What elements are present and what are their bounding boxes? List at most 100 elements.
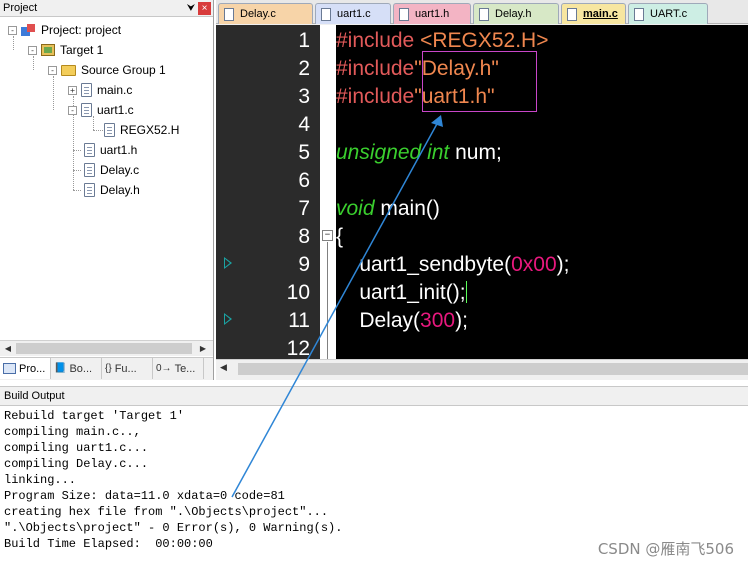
scrollbar-thumb[interactable] [238, 363, 748, 375]
log-line: creating hex file from ".\Objects\projec… [4, 505, 329, 519]
tree-item-label: Source Group 1 [81, 63, 166, 77]
line-number: 8 [298, 225, 310, 248]
project-panel-header: Project ⮟ × [0, 0, 213, 17]
tree-item-delay-c[interactable]: Delay.c [84, 161, 139, 179]
tab-uart-c[interactable]: UART.c [628, 3, 708, 24]
tree-item-label: REGX52.H [120, 123, 180, 137]
collapse-toggle-icon[interactable]: - [28, 45, 37, 55]
file-icon [634, 7, 644, 21]
project-panel-tabs: Pro... 📘 Bo... {} Fu... 0→ Te... [0, 357, 213, 380]
tab-project[interactable]: Pro... [0, 358, 51, 379]
tree-item-label: Delay.h [100, 183, 140, 197]
tab-label: Fu... [114, 362, 137, 375]
scroll-left-icon[interactable]: ◀ [220, 362, 227, 373]
tab-label: main.c [583, 8, 618, 20]
log-line: linking... [4, 473, 77, 487]
tab-delay-h[interactable]: Delay.h [473, 3, 559, 24]
file-icon [84, 143, 95, 157]
line-number: 6 [298, 169, 310, 192]
tree-item-label: Target 1 [60, 43, 104, 57]
collapse-toggle-icon[interactable]: - [48, 65, 57, 75]
log-line: ".\Objects\project" - 0 Error(s), 0 Warn… [4, 521, 343, 535]
log-line: compiling main.c.., [4, 425, 141, 439]
file-icon [479, 7, 489, 21]
code-line: uart1_init(); [336, 281, 467, 304]
tab-label: UART.c [650, 8, 688, 20]
tab-templates[interactable]: 0→ Te... [153, 358, 204, 379]
tab-uart1-h[interactable]: uart1.h [393, 3, 471, 24]
editor-area: Delay.c uart1.c uart1.h Delay.h main.c U… [216, 0, 748, 380]
tree-item-label: uart1.h [100, 143, 138, 157]
tab-label: Bo... [69, 362, 93, 375]
project-tab-icon [3, 363, 16, 374]
templates-tab-icon: 0→ [156, 363, 172, 374]
line-number: 9 [298, 253, 310, 276]
scroll-right-icon[interactable]: ▶ [196, 342, 210, 355]
tab-books[interactable]: 📘 Bo... [51, 358, 102, 379]
fold-guide [327, 242, 328, 359]
text-caret [465, 281, 467, 303]
highlight-box [422, 51, 537, 112]
tree-item-target[interactable]: - Target 1 [28, 41, 103, 59]
code-line: { [336, 225, 344, 248]
line-number: 11 [288, 309, 310, 332]
file-tab-bar: Delay.c uart1.c uart1.h Delay.h main.c U… [216, 0, 748, 24]
tab-label: Te... [174, 362, 196, 375]
execution-marker-icon[interactable] [224, 313, 232, 325]
file-icon [104, 123, 115, 137]
target-icon [41, 44, 55, 56]
close-icon[interactable]: × [198, 1, 211, 15]
line-number: 10 [286, 281, 310, 304]
tab-label: uart1.c [337, 8, 371, 20]
collapse-toggle-icon[interactable]: - [68, 105, 77, 115]
tab-uart1-c[interactable]: uart1.c [315, 3, 391, 24]
scroll-left-icon[interactable]: ◀ [1, 342, 15, 355]
project-tree-horizontal-scrollbar[interactable]: ◀ ▶ [0, 340, 213, 356]
tab-label: Pro... [19, 362, 46, 375]
file-icon [81, 83, 92, 97]
line-number: 2 [298, 57, 310, 80]
line-number: 5 [298, 141, 310, 164]
tree-item-uart1-c[interactable]: - uart1.c [68, 101, 134, 119]
tree-item-regx52-h[interactable]: REGX52.H [104, 121, 179, 139]
books-tab-icon: 📘 [54, 363, 67, 374]
tree-item-delay-h[interactable]: Delay.h [84, 181, 140, 199]
log-line: compiling uart1.c... [4, 441, 149, 455]
watermark: CSDN @雁南飞506 [597, 540, 734, 558]
line-number: 4 [298, 113, 310, 136]
editor-horizontal-scrollbar[interactable]: ◀ [216, 359, 748, 377]
project-panel: Project ⮟ × - Project: project - Target … [0, 0, 214, 380]
project-panel-title: Project [3, 2, 38, 14]
collapse-toggle-icon[interactable]: - [8, 25, 17, 35]
file-icon [81, 103, 92, 117]
log-line: compiling Delay.c... [4, 457, 149, 471]
log-line: Rebuild target 'Target 1' [4, 409, 185, 423]
tree-item-project[interactable]: - Project: project [8, 21, 121, 39]
code-line: unsigned int num; [336, 141, 502, 164]
build-output-log: Rebuild target 'Target 1' compiling main… [4, 408, 342, 552]
tab-functions[interactable]: {} Fu... [102, 358, 153, 379]
tab-main-c[interactable]: main.c [561, 3, 626, 24]
file-icon [399, 7, 409, 21]
log-line: Program Size: data=11.0 xdata=0 code=81 [4, 489, 285, 503]
project-tree: - Project: project - Target 1 - Source G… [0, 18, 213, 340]
fold-margin [320, 25, 336, 359]
file-icon [321, 7, 331, 21]
code-editor[interactable]: 1 2 3 4 5 6 7 8 9 10 11 12 − #include <R… [216, 25, 748, 359]
scrollbar-thumb[interactable] [16, 343, 192, 354]
tree-item-label: uart1.c [97, 103, 134, 117]
expand-toggle-icon[interactable]: + [68, 85, 77, 95]
functions-tab-icon: {} [105, 363, 112, 374]
tree-item-main-c[interactable]: + main.c [68, 81, 132, 99]
tab-delay-c[interactable]: Delay.c [218, 3, 313, 24]
file-icon [84, 183, 95, 197]
tree-item-label: Project: project [41, 23, 122, 37]
tree-item-source-group[interactable]: - Source Group 1 [48, 61, 166, 79]
fold-toggle-icon[interactable]: − [322, 230, 333, 241]
build-output-title: Build Output [0, 386, 748, 406]
project-icon [21, 23, 36, 37]
execution-marker-icon[interactable] [224, 257, 232, 269]
file-icon [567, 7, 577, 21]
pin-icon[interactable]: ⮟ [184, 3, 198, 14]
tree-item-uart1-h[interactable]: uart1.h [84, 141, 137, 159]
